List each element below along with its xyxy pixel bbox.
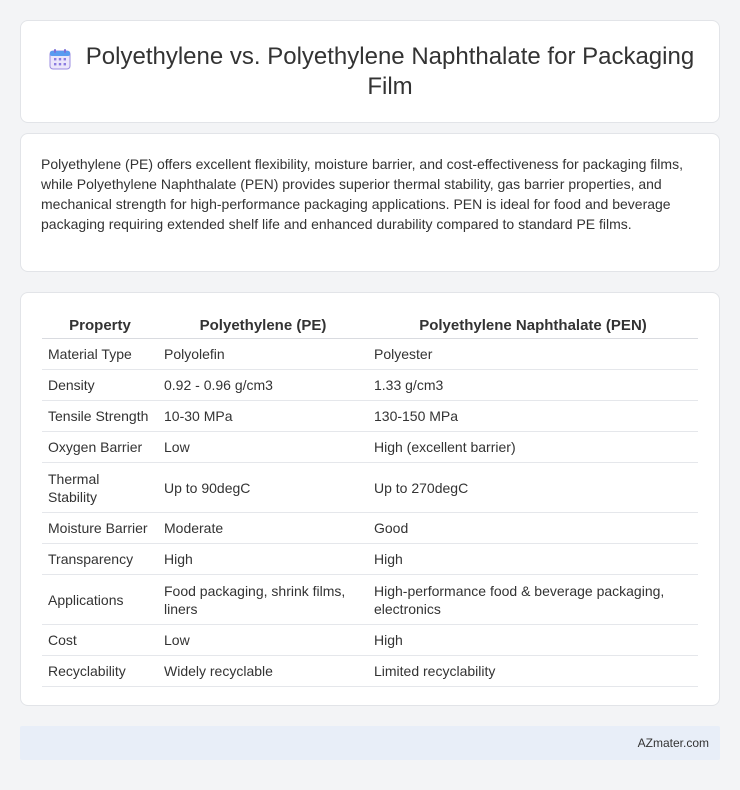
table-row: Tensile Strength 10-30 MPa 130-150 MPa: [42, 400, 698, 432]
property-cell: Material Type: [42, 338, 158, 370]
pen-cell: 130-150 MPa: [368, 400, 698, 432]
pe-cell: 0.92 - 0.96 g/cm3: [158, 369, 368, 401]
table-row: Applications Food packaging, shrink film…: [42, 574, 698, 625]
title-card: Polyethylene vs. Polyethylene Naphthalat…: [20, 20, 720, 123]
table-row: Material Type Polyolefin Polyester: [42, 338, 698, 370]
property-cell: Moisture Barrier: [42, 512, 158, 544]
pen-cell: Up to 270degC: [368, 462, 698, 513]
pen-cell: Polyester: [368, 338, 698, 370]
table-row: Thermal Stability Up to 90degC Up to 270…: [42, 462, 698, 513]
page-title: Polyethylene vs. Polyethylene Naphthalat…: [85, 42, 695, 100]
table-row: Oxygen Barrier Low High (excellent barri…: [42, 431, 698, 463]
header-pe: Polyethylene (PE): [158, 313, 368, 339]
property-cell: Tensile Strength: [42, 400, 158, 432]
pe-cell: Polyolefin: [158, 338, 368, 370]
pe-cell: Food packaging, shrink films, liners: [158, 574, 368, 625]
pen-cell: High (excellent barrier): [368, 431, 698, 463]
pe-cell: Moderate: [158, 512, 368, 544]
table-header-row: Property Polyethylene (PE) Polyethylene …: [42, 313, 698, 339]
footer-brand[interactable]: AZmater.com: [638, 736, 709, 750]
comparison-table: Property Polyethylene (PE) Polyethylene …: [42, 313, 698, 687]
pen-cell: High-performance food & beverage packagi…: [368, 574, 698, 625]
pe-cell: High: [158, 543, 368, 575]
property-cell: Oxygen Barrier: [42, 431, 158, 463]
pe-cell: Low: [158, 431, 368, 463]
footer: AZmater.com: [20, 726, 720, 760]
pe-cell: Widely recyclable: [158, 655, 368, 687]
pen-cell: High: [368, 624, 698, 656]
comparison-table-card: Property Polyethylene (PE) Polyethylene …: [20, 292, 720, 706]
property-cell: Thermal Stability: [42, 462, 158, 513]
table-row: Transparency High High: [42, 543, 698, 575]
pe-cell: 10-30 MPa: [158, 400, 368, 432]
pen-cell: High: [368, 543, 698, 575]
summary-card: Polyethylene (PE) offers excellent flexi…: [20, 133, 720, 272]
header-pen: Polyethylene Naphthalate (PEN): [368, 313, 698, 339]
pe-cell: Up to 90degC: [158, 462, 368, 513]
summary-text: Polyethylene (PE) offers excellent flexi…: [41, 156, 683, 232]
pen-cell: 1.33 g/cm3: [368, 369, 698, 401]
property-cell: Recyclability: [42, 655, 158, 687]
table-row: Moisture Barrier Moderate Good: [42, 512, 698, 544]
property-cell: Cost: [42, 624, 158, 656]
pen-cell: Limited recyclability: [368, 655, 698, 687]
pe-cell: Low: [158, 624, 368, 656]
table-row: Recyclability Widely recyclable Limited …: [42, 655, 698, 687]
table-row: Cost Low High: [42, 624, 698, 656]
property-cell: Transparency: [42, 543, 158, 575]
property-cell: Density: [42, 369, 158, 401]
header-property: Property: [42, 313, 158, 339]
table-row: Density 0.92 - 0.96 g/cm3 1.33 g/cm3: [42, 369, 698, 401]
property-cell: Applications: [42, 574, 158, 625]
pen-cell: Good: [368, 512, 698, 544]
